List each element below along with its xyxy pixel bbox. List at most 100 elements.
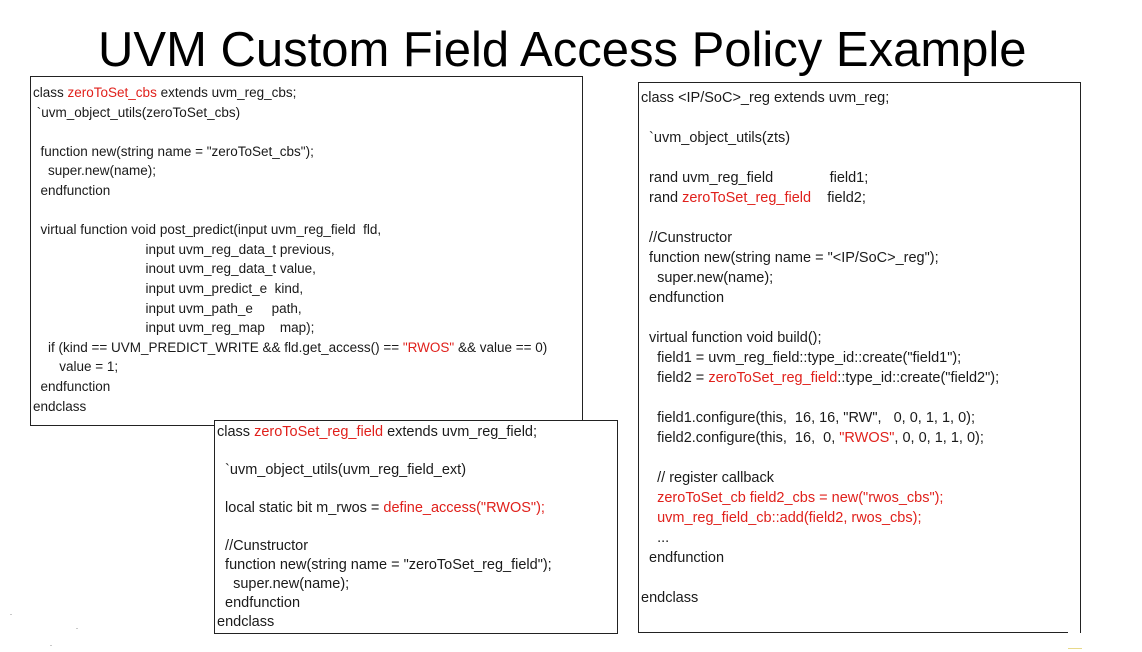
- code-line: function new(string name = "zeroToSet_cb…: [33, 142, 314, 162]
- code-token: endfunction: [217, 595, 301, 611]
- code-line: virtual function void post_predict(input…: [33, 220, 382, 240]
- code-line: class <IP/SoC>_reg extends uvm_reg;: [641, 88, 889, 108]
- code-token: endclass: [33, 398, 87, 414]
- zerotoset-reg-field-code-box: class zeroToSet_reg_field extends uvm_re…: [214, 420, 618, 634]
- code-token: `uvm_object_utils(uvm_reg_field_ext): [217, 462, 467, 478]
- code-line: endfunction: [217, 594, 300, 613]
- code-line: //Cunstructor: [641, 228, 732, 248]
- code-line: `uvm_object_utils(uvm_reg_field_ext): [217, 461, 466, 480]
- code-token: function new(string name = "zeroToSet_re…: [217, 557, 552, 573]
- code-token: endclass: [641, 590, 699, 606]
- code-line: zeroToSet_cb field2_cbs = new("rwos_cbs"…: [641, 488, 943, 508]
- code-line: `uvm_object_utils(zeroToSet_cbs): [33, 103, 240, 123]
- code-line: inout uvm_reg_data_t value,: [33, 259, 316, 279]
- code-line: field1 = uvm_reg_field::type_id::create(…: [641, 348, 961, 368]
- code-token: input uvm_reg_data_t previous,: [33, 241, 335, 257]
- code-line: input uvm_predict_e kind,: [33, 279, 304, 299]
- code-line: rand zeroToSet_reg_field field2;: [641, 188, 866, 208]
- code-token: super.new(name);: [217, 576, 350, 592]
- code-token: value = 1;: [33, 359, 119, 375]
- code-token: `uvm_object_utils(zeroToSet_cbs): [33, 104, 241, 120]
- code-line: virtual function void build();: [641, 328, 822, 348]
- code-token: function new(string name = "zeroToSet_cb…: [33, 143, 314, 159]
- code-token: endfunction: [33, 183, 111, 198]
- code-line: field2 = zeroToSet_reg_field::type_id::c…: [641, 368, 999, 388]
- highlighted-code-token: zeroToSet_cb field2_cbs = new("rwos_cbs"…: [641, 490, 944, 506]
- code-line: super.new(name);: [217, 575, 349, 594]
- code-token: ::type_id::create("field2");: [837, 370, 1000, 386]
- code-line: function new(string name = "zeroToSet_re…: [217, 556, 552, 575]
- code-line: endfunction: [641, 548, 724, 568]
- code-line: function new(string name = "<IP/SoC>_reg…: [641, 248, 939, 268]
- code-token: super.new(name);: [33, 163, 157, 179]
- code-token: class <IP/SoC>_reg extends uvm_reg;: [641, 90, 890, 106]
- code-line: `uvm_object_utils(zts): [641, 128, 790, 148]
- zerotoset-cbs-code-box: class zeroToSet_cbs extends uvm_reg_cbs;…: [30, 76, 583, 426]
- code-token: input uvm_predict_e kind,: [33, 281, 304, 296]
- highlighted-code-token: "RWOS": [402, 339, 455, 355]
- code-line: input uvm_path_e path,: [33, 299, 302, 319]
- code-token: field1 = uvm_reg_field::type_id::create(…: [641, 350, 962, 366]
- code-token: input uvm_path_e path,: [33, 300, 302, 316]
- code-token: field2.configure(this, 16, 0,: [641, 430, 840, 446]
- code-line: input uvm_reg_data_t previous,: [33, 240, 335, 260]
- code-line: endfunction: [33, 377, 111, 397]
- code-line: endfunction: [33, 181, 111, 201]
- code-token: field2;: [811, 190, 866, 206]
- code-token: virtual function void build();: [641, 330, 822, 346]
- code-line: ...: [641, 528, 669, 548]
- code-token: endclass: [217, 614, 275, 630]
- code-token: && value == 0): [454, 339, 548, 355]
- code-line: rand uvm_reg_field field1;: [641, 168, 868, 188]
- code-line: class zeroToSet_cbs extends uvm_reg_cbs;: [33, 83, 296, 103]
- highlighted-code-token: zeroToSet_reg_field: [708, 370, 838, 386]
- code-line: super.new(name);: [33, 161, 156, 181]
- code-token: field2 =: [641, 370, 709, 386]
- code-token: class: [217, 424, 255, 440]
- code-token: class: [33, 85, 68, 100]
- code-token: //Cunstructor: [641, 230, 733, 246]
- code-line: endclass: [33, 397, 86, 417]
- code-token: endfunction: [641, 290, 725, 306]
- code-token: //Cunstructor: [217, 538, 309, 554]
- code-token: field1.configure(this, 16, 16, "RW", 0, …: [641, 410, 976, 426]
- background-speck: [1068, 648, 1082, 649]
- highlighted-code-token: zeroToSet_reg_field: [682, 190, 812, 206]
- code-token: virtual function void post_predict(input…: [33, 222, 382, 238]
- code-token: rand: [641, 190, 683, 206]
- code-line: if (kind == UVM_PREDICT_WRITE && fld.get…: [33, 338, 547, 358]
- slide-title: UVM Custom Field Access Policy Example: [98, 23, 1027, 77]
- code-token: inout uvm_reg_data_t value,: [33, 261, 316, 277]
- code-line: //Cunstructor: [217, 537, 308, 556]
- highlighted-code-token: uvm_reg_field_cb::add(field2, rwos_cbs);: [641, 510, 922, 526]
- code-token: // register callback: [641, 470, 774, 486]
- code-line: super.new(name);: [641, 268, 773, 288]
- highlighted-code-token: zeroToSet_reg_field: [254, 424, 384, 440]
- code-line: local static bit m_rwos = define_access(…: [217, 499, 545, 518]
- code-token: rand uvm_reg_field field1;: [641, 170, 869, 186]
- code-token: input uvm_reg_map map);: [33, 320, 315, 336]
- highlighted-code-token: "RWOS": [839, 430, 895, 446]
- code-line: field2.configure(this, 16, 0, "RWOS", 0,…: [641, 428, 984, 448]
- code-box-bottom-border: [638, 632, 1068, 633]
- code-token: function new(string name = "<IP/SoC>_reg…: [641, 250, 939, 266]
- code-line: endclass: [217, 613, 274, 632]
- background-speck: [76, 628, 78, 629]
- code-token: , 0, 0, 1, 1, 0);: [894, 430, 984, 446]
- highlighted-code-token: zeroToSet_cbs: [67, 85, 157, 100]
- code-token: local static bit m_rwos =: [217, 500, 384, 516]
- code-token: extends uvm_reg_field;: [383, 424, 538, 440]
- code-line: value = 1;: [33, 357, 118, 377]
- code-token: ...: [641, 530, 670, 546]
- background-speck: [10, 614, 12, 615]
- code-line: endclass: [641, 588, 698, 608]
- ip-soc-reg-code-box: class <IP/SoC>_reg extends uvm_reg; `uvm…: [638, 82, 1081, 633]
- code-line: class zeroToSet_reg_field extends uvm_re…: [217, 423, 537, 442]
- code-line: uvm_reg_field_cb::add(field2, rwos_cbs);: [641, 508, 921, 528]
- code-line: field1.configure(this, 16, 16, "RW", 0, …: [641, 408, 975, 428]
- highlighted-code-token: define_access("RWOS");: [383, 500, 545, 516]
- code-line: input uvm_reg_map map);: [33, 318, 315, 338]
- code-token: endfunction: [33, 379, 111, 394]
- code-token: `uvm_object_utils(zts): [641, 130, 791, 146]
- code-token: endfunction: [641, 550, 725, 566]
